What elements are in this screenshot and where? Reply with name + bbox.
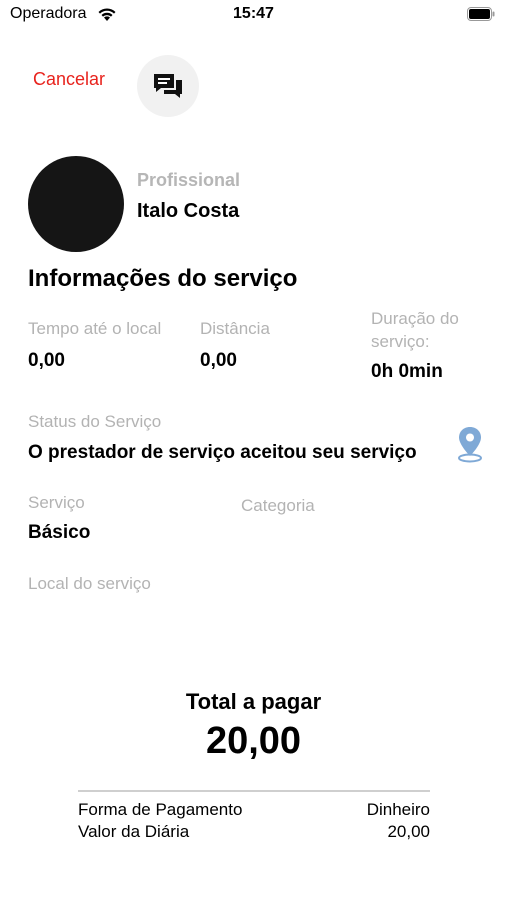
avatar [28, 156, 124, 252]
chat-bubbles-icon [154, 74, 182, 98]
travel-time-value: 0,00 [28, 350, 65, 371]
total-value: 20,00 [205, 720, 302, 762]
duration-value: 0h 0min [371, 361, 443, 382]
daily-value-label: Valor da Diária [78, 822, 190, 841]
status-label: Status do Serviço [28, 412, 162, 431]
payment-method-value: Dinheiro [366, 800, 430, 819]
duration-label-line2: serviço: [371, 332, 430, 351]
section-title: Informações do serviço [28, 265, 298, 292]
status-time: 15:47 [233, 5, 274, 22]
service-label: Serviço [28, 493, 85, 512]
travel-time-label: Tempo até o local [28, 319, 162, 338]
chat-button[interactable] [137, 55, 199, 117]
location-pin-icon[interactable] [456, 425, 484, 463]
status-bar: Operadora 15:47 [0, 0, 507, 30]
payment-method-row: Forma de Pagamento Dinheiro [78, 800, 430, 820]
distance-value: 0,00 [200, 350, 237, 371]
daily-value-amount: 20,00 [387, 822, 430, 841]
battery-icon [467, 7, 495, 21]
payment-method-label: Forma de Pagamento [78, 800, 243, 819]
divider [78, 790, 430, 792]
status-value: O prestador de serviço aceitou seu servi… [28, 442, 417, 463]
distance-label: Distância [200, 319, 270, 338]
total-label: Total a pagar [185, 689, 322, 714]
daily-value-row: Valor da Diária 20,00 [78, 822, 430, 842]
duration-label-line1: Duração do [371, 309, 459, 328]
cancel-button[interactable]: Cancelar [33, 69, 105, 90]
professional-name: Italo Costa [137, 200, 240, 222]
category-label: Categoria [241, 496, 315, 515]
service-value: Básico [28, 522, 91, 543]
location-label: Local do serviço [28, 574, 151, 593]
professional-label: Profissional [137, 170, 241, 190]
